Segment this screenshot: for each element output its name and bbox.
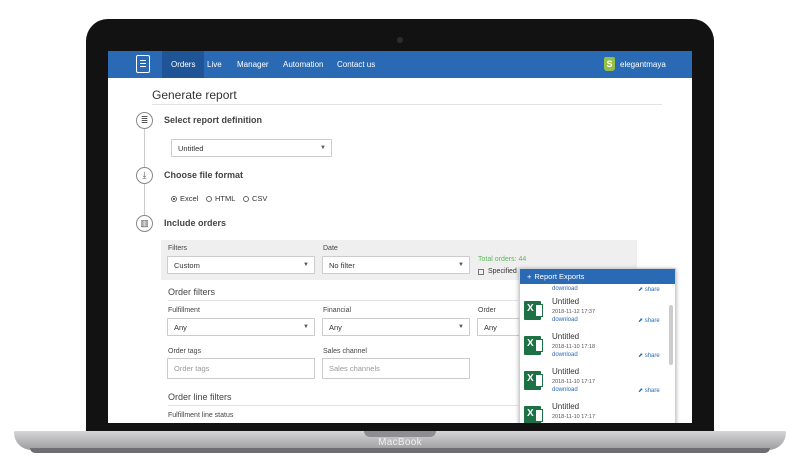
order-line-filters-title: Order line filters [168, 392, 232, 402]
share-link[interactable]: ⬈ share [638, 286, 660, 293]
order-tags-label: Order tags [168, 348, 202, 355]
share-label: share [644, 353, 660, 359]
chevron-down-icon: ▼ [303, 324, 309, 330]
top-navbar: Orders Live Manager Automation Contact u… [108, 51, 692, 78]
radio-csv[interactable]: CSV [243, 194, 267, 203]
report-exports-popover: +Report Exports download ⬈ share Untitle… [519, 268, 676, 423]
share-link[interactable]: ⬈ share [638, 387, 660, 394]
share-label: share [644, 388, 660, 394]
share-label: share [644, 318, 660, 324]
page-title: Generate report [152, 88, 237, 102]
radio-excel[interactable]: Excel [171, 194, 198, 203]
step-label-report-definition: Select report definition [164, 115, 263, 125]
radio-html[interactable]: HTML [206, 194, 235, 203]
screen: Orders Live Manager Automation Contact u… [108, 51, 692, 423]
fulfillment-value: Any [174, 323, 187, 332]
chevron-down-icon: ▼ [458, 262, 464, 268]
chevron-down-icon: ▼ [303, 262, 309, 268]
report-exports-header[interactable]: + Report Exports [520, 269, 675, 284]
export-item: Untitled 2018-11-12 17:37 download ⬈ sha… [520, 297, 667, 331]
filters-select[interactable]: Custom ▼ [167, 256, 315, 274]
radio-label-html: HTML [215, 194, 236, 203]
download-icon: ⤓ [136, 167, 153, 184]
radio-indicator [206, 195, 212, 202]
step-label-file-format: Choose file format [164, 170, 244, 180]
plus-icon: + [527, 272, 532, 281]
download-link[interactable]: download [552, 352, 578, 358]
nav-item-contact-us[interactable]: Contact us [337, 51, 375, 78]
nav-item-live[interactable]: Live [207, 51, 222, 78]
chevron-down-icon: ▼ [320, 145, 326, 151]
chevron-down-icon: ▼ [458, 324, 464, 330]
export-item: Untitled 2018-11-10 17:17 download ⬈ sha… [520, 367, 667, 401]
export-date: 2018-11-10 17:17 [552, 379, 596, 385]
camera [397, 37, 403, 43]
excel-file-icon [524, 371, 543, 390]
share-label: share [644, 287, 660, 293]
report-exports-title: Report Exports [534, 272, 585, 281]
excel-file-icon [524, 301, 543, 320]
radio-indicator [171, 195, 177, 202]
export-name: Untitled [552, 367, 580, 376]
divider [152, 104, 662, 105]
step-label-include-orders: Include orders [164, 218, 227, 228]
export-name: Untitled [552, 402, 580, 411]
fulfillment-label: Fulfillment [168, 307, 200, 314]
radio-label-csv: CSV [252, 194, 268, 203]
nav-item-orders[interactable]: Orders [162, 51, 205, 78]
specified-label: Specified [488, 268, 517, 275]
order-filters-title: Order filters [168, 287, 216, 297]
total-orders-count: Total orders: 44 [478, 256, 527, 263]
divider [168, 300, 518, 301]
export-item: Untitled 2018-11-10 17:18 download ⬈ sha… [520, 332, 667, 366]
export-name: Untitled [552, 332, 580, 341]
laptop-base-shadow [30, 448, 770, 453]
excel-file-icon [524, 406, 543, 423]
radio-indicator [243, 195, 249, 202]
shop-name[interactable]: elegantmaya [620, 51, 666, 78]
laptop-brand-label: MacBook [378, 437, 422, 448]
order-status-label: Order [478, 307, 496, 314]
financial-label: Financial [323, 307, 352, 314]
radio-label-excel: Excel [180, 194, 199, 203]
nav-item-automation[interactable]: Automation [283, 51, 323, 78]
filters-value: Custom [174, 261, 200, 270]
clipboard-logo-icon[interactable] [136, 55, 150, 73]
specified-checkbox[interactable] [478, 269, 484, 275]
download-link[interactable]: download [552, 286, 578, 292]
order-status-value: Any [484, 323, 497, 332]
nav-item-manager[interactable]: Manager [237, 51, 269, 78]
date-select[interactable]: No filter ▼ [322, 256, 470, 274]
date-value: No filter [329, 261, 355, 270]
fulfillment-select[interactable]: Any ▼ [167, 318, 315, 336]
sales-channel-input[interactable]: Sales channels [322, 358, 470, 379]
sales-channel-placeholder: Sales channels [329, 364, 380, 373]
export-date: 2018-11-10 17:17 [552, 414, 596, 420]
fulfillment-line-status-label: Fulfillment line status [168, 412, 234, 419]
export-name: Untitled [552, 297, 580, 306]
report-definition-select[interactable]: Untitled ▼ [171, 139, 332, 157]
excel-file-icon [524, 336, 543, 355]
divider [168, 405, 518, 406]
sales-channel-label: Sales channel [323, 348, 367, 355]
order-status-select[interactable]: Any [477, 318, 525, 336]
date-label: Date [323, 245, 338, 252]
order-tags-input[interactable]: Order tags [167, 358, 315, 379]
financial-select[interactable]: Any ▼ [322, 318, 470, 336]
download-link[interactable]: download [552, 387, 578, 393]
order-tags-placeholder: Order tags [174, 364, 210, 373]
clipboard-icon: ≣ [136, 112, 153, 129]
share-link[interactable]: ⬈ share [638, 317, 660, 324]
columns-icon: ▥ [136, 215, 153, 232]
report-definition-value: Untitled [178, 144, 204, 153]
export-date: 2018-11-12 17:37 [552, 309, 596, 315]
share-link[interactable]: ⬈ share [638, 352, 660, 359]
filters-label: Filters [168, 245, 188, 252]
download-link[interactable]: download [552, 317, 578, 323]
financial-value: Any [329, 323, 342, 332]
export-item: Untitled 2018-11-10 17:17 [520, 402, 667, 423]
export-date: 2018-11-10 17:18 [552, 344, 596, 350]
scrollbar[interactable] [669, 305, 673, 365]
shopify-bag-icon: S [604, 57, 615, 71]
